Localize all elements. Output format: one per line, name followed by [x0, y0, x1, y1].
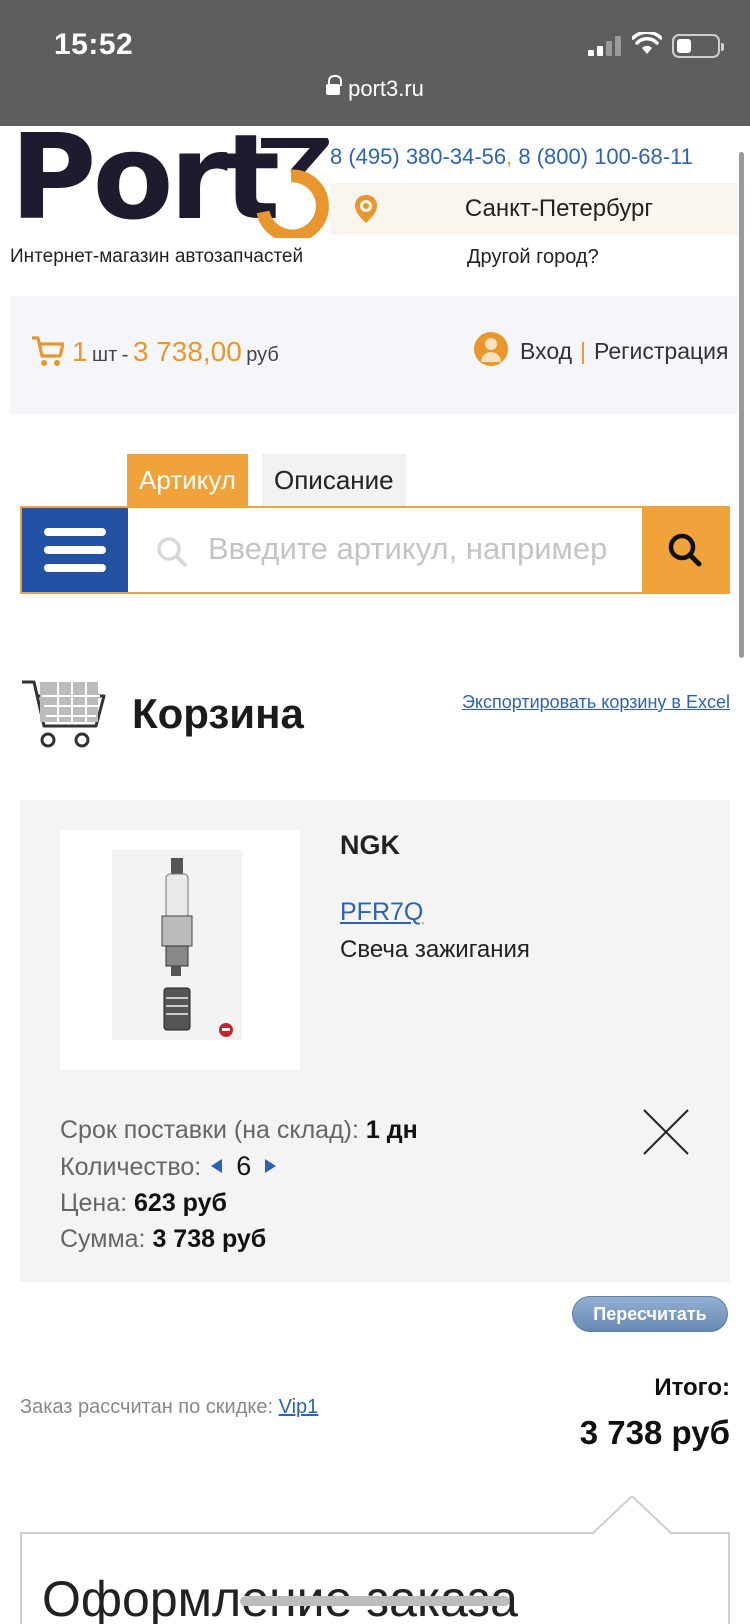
cart-icon[interactable] [30, 334, 64, 368]
item-name: Свеча зажигания [340, 936, 530, 963]
logo-three-mark [256, 138, 329, 238]
cart-item: NGK PFR7Q Свеча зажигания Срок поставки … [20, 800, 730, 1282]
scrollbar[interactable] [739, 152, 744, 658]
tab-description[interactable]: Описание [262, 454, 406, 506]
price-label: Цена: [60, 1189, 128, 1217]
sum-value: 3 738 руб [152, 1225, 267, 1253]
phone-numbers: 8 (495) 380-34-56, 8 (800) 100-68-11 [330, 144, 693, 170]
cart-amount: 3 738,00 [132, 336, 242, 367]
status-time: 15:52 [54, 28, 134, 61]
battery-icon [672, 34, 724, 58]
checkout-notch [592, 1496, 672, 1536]
sum-row: Сумма: 3 738 руб [60, 1221, 418, 1257]
search-icon [668, 533, 702, 567]
search-button[interactable] [642, 508, 728, 592]
spark-plug-image [112, 850, 242, 1040]
cell-signal-icon [588, 36, 622, 56]
wifi-icon [632, 32, 662, 54]
auth-divider: | [580, 338, 587, 364]
price-value: 623 руб [134, 1189, 227, 1217]
export-excel-link[interactable]: Экспортировать корзину в Excel [462, 692, 730, 713]
delivery-label: Срок поставки (на склад): [60, 1116, 359, 1144]
total-label: Итого: [654, 1374, 730, 1401]
discount-label: Заказ рассчитан по скидке: [20, 1396, 274, 1418]
cart-dash: - [121, 344, 129, 366]
search-hint-icon [157, 537, 187, 567]
cart-currency: руб [246, 344, 279, 366]
quantity-increase-icon[interactable] [265, 1159, 277, 1173]
auth-links: Вход | Регистрация [520, 338, 728, 365]
quantity-row: Количество: 6 [60, 1148, 418, 1185]
item-details: Срок поставки (на склад): 1 дн Количеств… [60, 1112, 418, 1257]
site-tagline: Интернет-магазин автозапчастей [10, 246, 304, 267]
discount-info: Заказ рассчитан по скидке: Vip1 [20, 1396, 318, 1419]
recalculate-button[interactable]: Пересчитать [572, 1296, 728, 1332]
city-name: Санкт-Петербург [464, 195, 654, 222]
logo-wordmark: Port [10, 108, 280, 246]
phone-2[interactable]: 8 (800) 100-68-11 [518, 144, 693, 169]
catalog-menu-button[interactable] [22, 508, 128, 592]
city-selector[interactable]: Санкт-Петербург [330, 183, 738, 235]
cart-unit: шт [92, 344, 118, 366]
tab-article[interactable]: Артикул [127, 454, 248, 506]
home-indicator [240, 1596, 510, 1606]
url-text: port3.ru [348, 76, 424, 101]
remove-item-icon[interactable] [642, 1108, 690, 1156]
search-input[interactable] [208, 524, 628, 574]
phone-separator: , [506, 144, 513, 169]
delivery-value: 1 дн [365, 1116, 418, 1144]
other-city-link[interactable]: Другой город? [467, 246, 599, 269]
item-brand: NGK [340, 830, 400, 860]
header-cart-bar: 1 шт - 3 738,00 руб Вход | Регистрация [10, 296, 738, 414]
shopping-cart-icon [22, 680, 106, 748]
quantity-decrease-icon[interactable] [211, 1159, 223, 1173]
item-code-link[interactable]: PFR7Q [340, 898, 423, 927]
phone-1[interactable]: 8 (495) 380-34-56 [330, 144, 506, 169]
register-link[interactable]: Регистрация [594, 338, 728, 364]
quantity-value: 6 [236, 1151, 252, 1181]
cart-count: 1 [72, 336, 88, 367]
quantity-label: Количество: [60, 1153, 202, 1181]
discount-link[interactable]: Vip1 [279, 1396, 319, 1418]
login-link[interactable]: Вход [520, 338, 572, 364]
total-value: 3 738 руб [579, 1414, 730, 1451]
search-bar [20, 506, 730, 594]
delivery-row: Срок поставки (на склад): 1 дн [60, 1112, 418, 1148]
product-image[interactable] [60, 830, 300, 1070]
sum-label: Сумма: [60, 1225, 146, 1253]
page-title: Корзина [132, 690, 304, 737]
cart-summary[interactable]: 1 шт - 3 738,00 руб [72, 336, 279, 368]
lock-icon [326, 75, 343, 97]
price-row: Цена: 623 руб [60, 1185, 418, 1221]
url-bar[interactable]: port3.ru [0, 75, 750, 102]
site-logo[interactable]: Port [10, 118, 332, 238]
user-avatar-icon [474, 332, 508, 366]
